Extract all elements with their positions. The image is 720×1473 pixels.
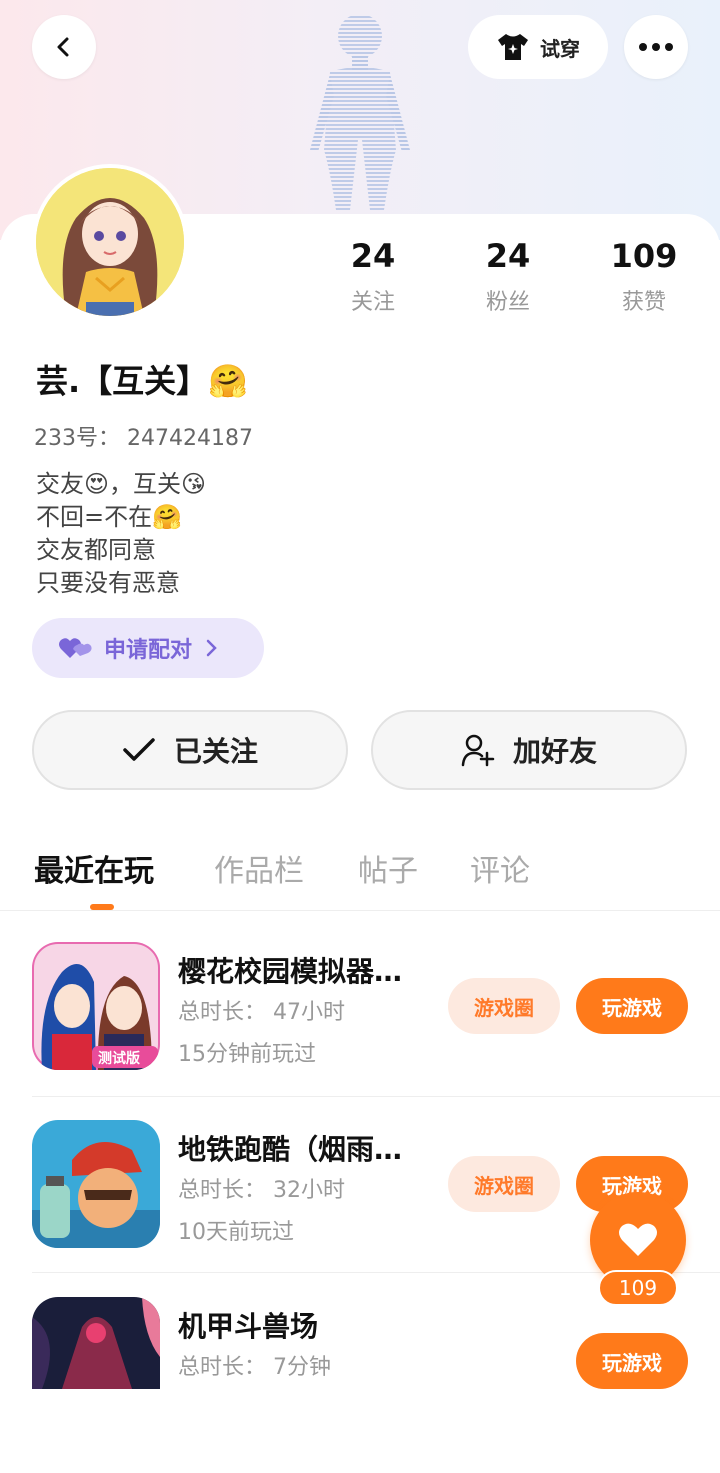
pair-label: 申请配对 [104,638,193,663]
more-dots-icon [639,43,673,51]
chevron-left-icon [57,37,69,57]
game-circle-button[interactable]: 游戏圈 [448,978,560,1034]
anime-girl-avatar-image [36,168,184,316]
list-item[interactable]: 测试版 樱花校园模拟器… 总时长： 47小时 15分钟前玩过 游戏圈 玩游戏 [0,942,720,1118]
back-button[interactable] [32,15,96,79]
game-circle-button[interactable]: 游戏圈 [448,1156,560,1212]
try-on-button[interactable]: 试穿 [468,15,608,79]
bottom-spacer [0,1390,720,1469]
game-last-played: 10天前玩过 [178,1220,294,1245]
following-label: 关注 [350,290,395,315]
heart-icon [619,1223,657,1256]
chevron-right-icon [206,639,217,657]
game-duration: 总时长： 47小时 [178,1000,345,1025]
fans-count: 24 [485,237,531,275]
game-duration: 总时长： 7分钟 [178,1355,331,1380]
following-count: 24 [350,237,396,275]
avatar-figure-silhouette [310,14,410,210]
followed-button[interactable]: 已关注 [32,710,348,790]
tabs-divider [0,910,720,911]
like-count-badge: 109 [598,1270,678,1306]
bio-text: 交友😍，互关😘 不回=不在🤗 交友都同意 只要没有恶意 [36,470,207,597]
fans-label: 粉丝 [485,290,530,315]
stat-fans[interactable]: 24 粉丝 [448,236,568,316]
likes-count: 109 [610,237,678,275]
more-button[interactable] [624,15,688,79]
game-title: 机甲斗兽场 [178,1310,319,1343]
tshirt-icon [498,34,528,60]
play-game-button[interactable]: 玩游戏 [576,1333,688,1389]
avatar[interactable] [32,164,188,320]
try-on-label: 试穿 [540,36,580,61]
game-icon-sakura: 测试版 [32,942,160,1070]
game-title: 地铁跑酷（烟雨… [178,1133,403,1166]
apply-pair-button[interactable]: 申请配对 [32,618,264,678]
game-title: 樱花校园模拟器… [178,955,403,988]
tab-recently-played[interactable]: 最近在玩 [34,846,154,890]
game-icon-mech-arena [32,1297,160,1389]
add-friend-label: 加好友 [512,735,597,768]
tab-works[interactable]: 作品栏 [214,846,304,890]
add-user-icon [461,734,495,767]
game-icon-subway-surfers [32,1120,160,1248]
tab-comments[interactable]: 评论 [470,846,530,890]
nickname: 芸.【互关】🤗 [36,362,249,400]
double-heart-icon [59,638,92,658]
tab-posts[interactable]: 帖子 [358,846,418,890]
stat-following[interactable]: 24 关注 [313,236,433,316]
play-game-button[interactable]: 玩游戏 [576,978,688,1034]
likes-label: 获赞 [621,290,666,315]
add-friend-button[interactable]: 加好友 [371,710,687,790]
row-divider [32,1096,720,1097]
test-badge: 测试版 [98,1051,140,1067]
stat-likes[interactable]: 109 获赞 [584,236,704,316]
game-duration: 总时长： 32小时 [178,1178,345,1203]
user-id[interactable]: 233号： 247424187 [34,420,253,452]
followed-label: 已关注 [173,735,258,768]
game-last-played: 15分钟前玩过 [178,1042,316,1067]
check-icon [123,738,155,761]
